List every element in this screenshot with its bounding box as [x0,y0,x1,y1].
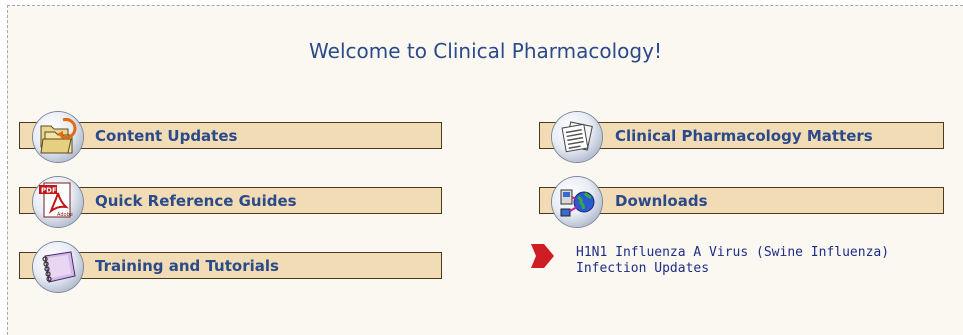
spiral-notebook-icon[interactable] [33,242,83,292]
pdf-document-icon[interactable]: PDF Adobe [33,177,83,227]
training-and-tutorials-label: Training and Tutorials [95,257,279,275]
svg-text:PDF: PDF [41,187,57,195]
welcome-panel: Welcome to Clinical Pharmacology! [7,5,963,335]
quick-reference-guides-label: Quick Reference Guides [95,192,297,210]
globe-network-icon[interactable] [552,177,602,227]
downloads-label: Downloads [615,192,708,210]
clinical-pharmacology-matters-label: Clinical Pharmacology Matters [615,127,873,145]
h1n1-updates-link[interactable]: H1N1 Influenza A Virus (Swine Influenza)… [576,245,936,277]
newsletter-icon[interactable] [552,112,602,162]
svg-text:Adobe: Adobe [57,212,73,218]
page-title: Welcome to Clinical Pharmacology! [309,39,662,63]
content-updates-label: Content Updates [95,127,238,145]
red-arrow-icon [531,244,554,268]
folders-update-icon[interactable] [33,112,83,162]
